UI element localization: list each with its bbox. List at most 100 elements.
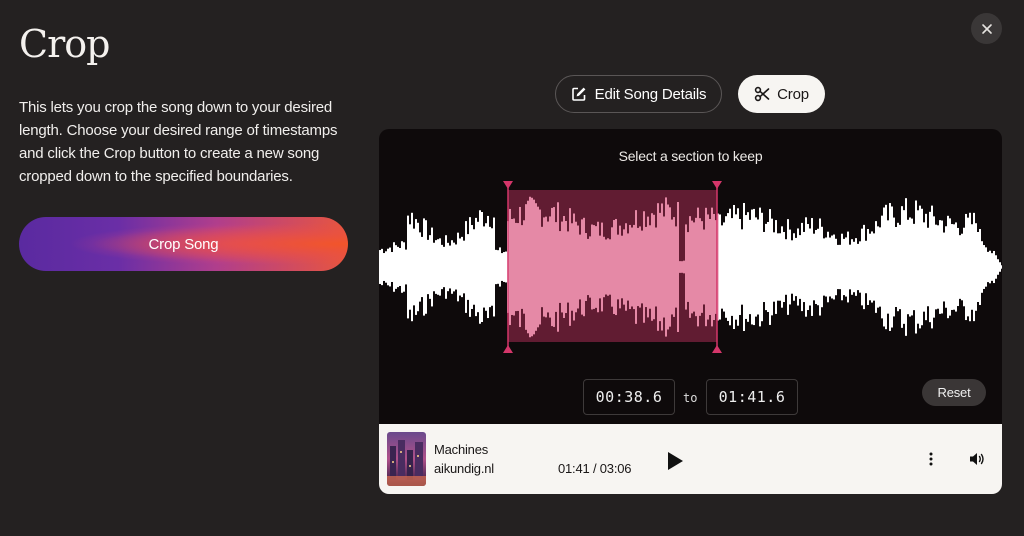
waveform-bar	[867, 229, 869, 305]
waveform-bar	[435, 240, 437, 294]
selection-end-handle-bottom[interactable]	[712, 345, 722, 353]
end-time-input[interactable]: 01:41.6	[706, 379, 798, 415]
waveform-bar	[403, 242, 405, 292]
play-button[interactable]	[664, 450, 686, 472]
waveform-bar	[849, 244, 851, 290]
waveform-bar	[783, 231, 785, 303]
waveform-bar	[757, 219, 759, 315]
crop-song-button[interactable]: Crop Song	[19, 217, 348, 271]
selection-region[interactable]	[507, 183, 718, 351]
crop-song-label: Crop Song	[148, 235, 219, 253]
waveform-bar	[749, 219, 751, 315]
waveform-bar	[923, 222, 925, 312]
edit-icon	[571, 87, 586, 101]
waveform-bar	[763, 231, 765, 303]
selection-end-handle-top[interactable]	[712, 181, 722, 189]
scissors-icon	[754, 86, 770, 102]
waveform-bar	[925, 213, 927, 321]
waveform-bar	[885, 204, 887, 330]
waveform-bar	[799, 235, 801, 299]
waveform-bar	[771, 218, 773, 316]
waveform-bar	[877, 226, 879, 308]
more-options-button[interactable]	[924, 451, 938, 467]
waveform-bar	[901, 206, 903, 328]
waveform-bar	[393, 242, 395, 292]
waveform-bar	[723, 222, 725, 312]
waveform-bar	[487, 215, 489, 319]
waveform-bar	[807, 223, 809, 311]
page-title: Crop	[19, 22, 110, 66]
waveform-bar	[847, 231, 849, 303]
waveform-bar	[743, 202, 745, 332]
waveform-bar	[929, 211, 931, 323]
player-bar: Machines aikundig.nl 01:41 / 03:06	[379, 424, 1002, 494]
waveform-bar	[463, 240, 465, 294]
waveform-bar	[419, 232, 421, 302]
selection-start-handle-top[interactable]	[503, 181, 513, 189]
waveform-bar	[727, 213, 729, 321]
waveform-bar	[897, 222, 899, 312]
waveform-bar	[977, 231, 979, 303]
waveform-bar	[457, 232, 459, 302]
waveform-bar	[841, 233, 843, 301]
waveform-bar	[775, 220, 777, 314]
volume-button[interactable]	[968, 450, 986, 468]
waveform-bar	[453, 242, 455, 292]
waveform-bar	[721, 225, 723, 309]
waveform-bar	[821, 226, 823, 308]
waveform-bar	[941, 220, 943, 314]
selection-start-handle-bottom[interactable]	[503, 345, 513, 353]
to-label: to	[683, 391, 698, 405]
close-icon	[981, 23, 992, 34]
waveform-bar	[389, 247, 391, 287]
waveform-bar	[991, 253, 993, 281]
waveform-bar	[939, 220, 941, 314]
waveform-bar	[971, 224, 973, 310]
tab-edit-song-details[interactable]: Edit Song Details	[555, 75, 722, 113]
song-artist[interactable]: aikundig.nl	[434, 461, 494, 476]
waveform-bar	[409, 224, 411, 310]
waveform-bar	[985, 247, 987, 287]
waveform-bar	[441, 244, 443, 290]
waveform-bar	[891, 206, 893, 328]
waveform-bar	[979, 229, 981, 305]
more-vertical-icon	[929, 452, 933, 466]
waveform-bar	[997, 259, 999, 275]
waveform-bar	[735, 214, 737, 320]
waveform-bar	[887, 220, 889, 314]
reset-button[interactable]: Reset	[922, 379, 986, 406]
waveform-bar	[479, 210, 481, 324]
waveform-bar	[405, 249, 407, 285]
waveform[interactable]	[379, 181, 1002, 357]
waveform-bar	[943, 232, 945, 302]
waveform-bar	[851, 239, 853, 295]
close-button[interactable]	[971, 13, 1002, 44]
waveform-bar	[803, 231, 805, 303]
waveform-bar	[819, 218, 821, 316]
waveform-bar	[459, 238, 461, 296]
waveform-bar	[831, 235, 833, 299]
waveform-bar	[779, 233, 781, 301]
waveform-bar	[443, 246, 445, 288]
waveform-bar	[469, 217, 471, 317]
waveform-bar	[719, 214, 721, 320]
waveform-bar	[913, 223, 915, 311]
tab-crop[interactable]: Crop	[738, 75, 825, 113]
waveform-bar	[829, 237, 831, 297]
waveform-bar	[889, 203, 891, 331]
waveform-bar	[813, 233, 815, 301]
waveform-bar	[961, 233, 963, 301]
waveform-bar	[871, 231, 873, 303]
waveform-bar	[1001, 265, 1002, 269]
waveform-bar	[843, 238, 845, 296]
volume-icon	[970, 453, 984, 465]
waveform-bar	[899, 224, 901, 310]
waveform-bar	[493, 217, 495, 317]
waveform-bar	[439, 238, 441, 296]
waveform-bar	[861, 228, 863, 306]
waveform-bar	[937, 225, 939, 309]
waveform-bar	[907, 219, 909, 315]
waveform-bar	[471, 225, 473, 309]
start-time-input[interactable]: 00:38.6	[583, 379, 675, 415]
waveform-bar	[953, 224, 955, 310]
